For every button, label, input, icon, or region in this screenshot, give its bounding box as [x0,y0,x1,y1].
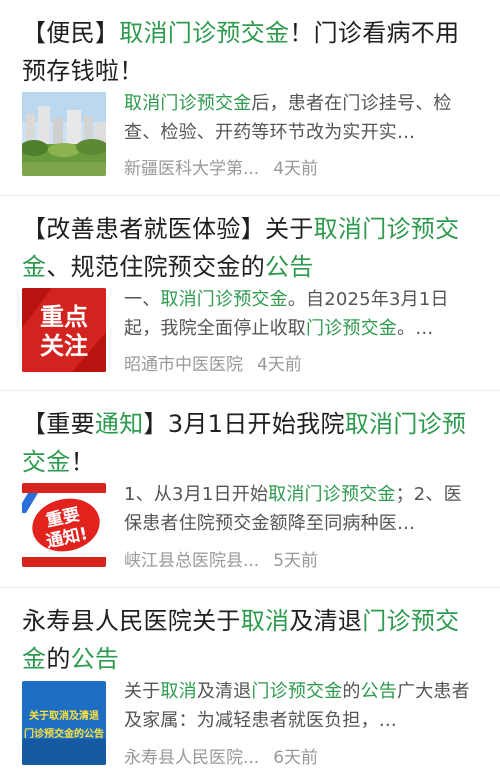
highlighted-keyword: 公告 [70,645,120,673]
thumbnail-text: 关注 [40,332,88,360]
result-card[interactable]: 【改善患者就医体验】关于取消门诊预交金、规范住院预交金的公告 重点 关注 一、取… [0,196,500,391]
result-snippet: 1、从3月1日开始取消门诊预交金；2、医保患者住院预交金额降至同病种医… [124,480,478,538]
result-source: 峡江县总医院县... [124,551,260,571]
result-title[interactable]: 【改善患者就医体验】关于取消门诊预交金、规范住院预交金的公告 [22,210,480,286]
text-run: 1、从3月1日开始 [124,484,269,505]
result-thumbnail: 重要 通知! [22,483,106,567]
text-run: 的 [46,645,71,673]
result-card[interactable]: 【重要通知】3月1日开始我院取消门诊预交金！ 重要 通知! 1、从3月1日开始取… [0,391,500,588]
thumbnail-text: 门诊预交金的公告 [24,727,104,740]
highlighted-keyword: 取消门诊预交金 [119,19,290,47]
text-run: 。… [397,318,434,339]
text-run: 一、 [124,289,161,310]
text-run: 【重要 [22,410,95,438]
result-snippet: 关于取消及清退门诊预交金的公告广大患者及家属：为减轻患者就医负担，… [124,677,478,735]
result-card[interactable]: 永寿县人民医院关于取消及清退门诊预交金的公告 关于取消及清退 门诊预交金的公告 … [0,588,500,784]
result-snippet: 取消门诊预交金后，患者在门诊挂号、检查、检验、开药等环节改为实开实… [124,89,478,147]
text-run: 【便民】 [22,19,120,47]
result-thumbnail: 重点 关注 [22,288,106,372]
result-meta: 新疆医科大学第... 4天前 [124,154,318,179]
highlighted-keyword: 取消 [160,681,197,702]
result-time: 4天前 [273,159,319,179]
result-thumbnail [22,92,106,176]
highlighted-keyword: 公告 [360,681,398,702]
text-run: 永寿县人民医院关于 [22,607,241,635]
thumbnail-text: 重点 [40,303,88,331]
text-run: 的 [342,681,361,702]
text-run: 及清退 [289,607,363,635]
result-time: 6天前 [273,748,319,768]
result-source: 昭通市中医医院 [124,355,243,375]
result-meta: 永寿县人民医院... 6天前 [124,743,318,768]
text-run: 及清退 [196,681,252,702]
highlighted-keyword: 门诊预交金 [251,681,343,702]
result-thumbnail: 关于取消及清退 门诊预交金的公告 [22,681,106,765]
result-card[interactable]: 【便民】取消门诊预交金！门诊看病不用预存钱啦！ 取消门诊预交金后，患者在门诊挂号… [0,0,500,196]
highlighted-keyword: 通知 [94,410,144,438]
result-title[interactable]: 【重要通知】3月1日开始我院取消门诊预交金！ [22,405,480,481]
search-results-feed: 【便民】取消门诊预交金！门诊看病不用预存钱啦！ 取消门诊预交金后，患者在门诊挂号… [0,0,500,784]
text-run: 】3月1日开始我院 [143,410,345,438]
result-meta: 昭通市中医医院 4天前 [124,350,302,375]
result-source: 永寿县人民医院... [124,748,260,768]
text-run: 、规范住院预交金的 [46,253,266,281]
highlighted-keyword: 取消门诊预交金 [124,93,252,114]
result-snippet: 一、取消门诊预交金。自2025年3月1日起，我院全面停止收取门诊预交金。… [124,285,478,343]
highlighted-keyword: 取消门诊预交金 [160,289,288,310]
result-meta: 峡江县总医院县... 5天前 [124,546,318,571]
result-time: 4天前 [257,355,302,375]
highlighted-keyword: 公告 [265,253,314,281]
result-time: 5天前 [273,551,319,571]
text-run: 关于 [124,681,161,702]
result-title[interactable]: 永寿县人民医院关于取消及清退门诊预交金的公告 [22,602,480,678]
text-run: 【改善患者就医体验】关于 [22,215,314,243]
result-source: 新疆医科大学第... [124,159,260,179]
thumbnail-text: 关于取消及清退 [29,709,99,722]
result-title[interactable]: 【便民】取消门诊预交金！门诊看病不用预存钱啦！ [22,14,480,90]
highlighted-keyword: 取消门诊预交金 [268,484,396,505]
highlighted-keyword: 门诊预交金 [306,318,397,339]
text-run: ！ [70,448,95,476]
highlighted-keyword: 取消 [240,607,290,635]
